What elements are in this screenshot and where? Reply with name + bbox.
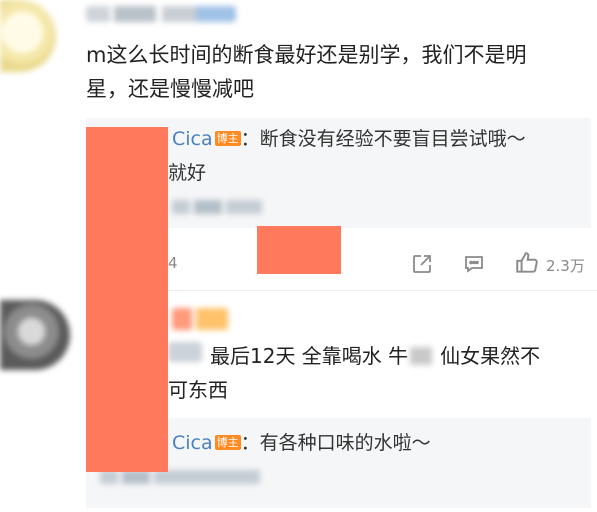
comment-text-line: m这么长时间的断食最好还是别学，我们不是明: [86, 43, 527, 67]
comment-text-part: 仙女果然不: [440, 344, 541, 368]
partial-count: 4: [168, 254, 178, 272]
reply-text: ：有各种口味的水啦～: [240, 432, 431, 454]
reply-line: Cica 博主 ：有各种口味的水啦～: [172, 428, 431, 455]
reply-text: ：断食没有经验不要盲目尝试哦～: [240, 128, 526, 150]
avatar[interactable]: [0, 0, 56, 72]
comment-text-line: 可东西: [168, 378, 228, 402]
partial-count-label: 4: [168, 254, 178, 272]
comment-text: m这么长时间的断食最好还是别学，我们不是明 星，还是慢慢减吧: [86, 38, 586, 106]
comment-text-line: 最后12天 全靠喝水 牛 仙女果然不: [210, 340, 540, 369]
reply-text-line2: 就好: [168, 162, 207, 184]
reply-line: Cica 博主 ：断食没有经验不要盲目尝试哦～: [172, 124, 526, 151]
reply-meta-blurred: [100, 470, 260, 484]
reply-author[interactable]: Cica: [172, 432, 213, 454]
like-icon: [514, 250, 540, 280]
share-icon[interactable]: [410, 252, 434, 280]
reply-author[interactable]: Cica: [172, 128, 213, 150]
comment-text-line: 星，还是慢慢减吧: [86, 77, 254, 101]
like-count: 2.3万: [546, 256, 585, 275]
reply-meta-blurred: [172, 200, 262, 214]
username-blurred[interactable]: [172, 308, 228, 330]
masked-word: [410, 347, 433, 365]
username-blurred[interactable]: [86, 6, 236, 22]
mention-blurred: [168, 342, 202, 362]
comment-icon[interactable]: [462, 252, 486, 280]
comment-text-part: 最后12天 全靠喝水 牛: [210, 344, 409, 368]
like-button[interactable]: 2.3万: [514, 250, 585, 280]
blogger-badge: 博主: [214, 435, 241, 450]
avatar[interactable]: [0, 300, 70, 370]
redaction-block: [86, 127, 168, 472]
blogger-badge: 博主: [214, 131, 241, 146]
redaction-block: [257, 226, 341, 274]
